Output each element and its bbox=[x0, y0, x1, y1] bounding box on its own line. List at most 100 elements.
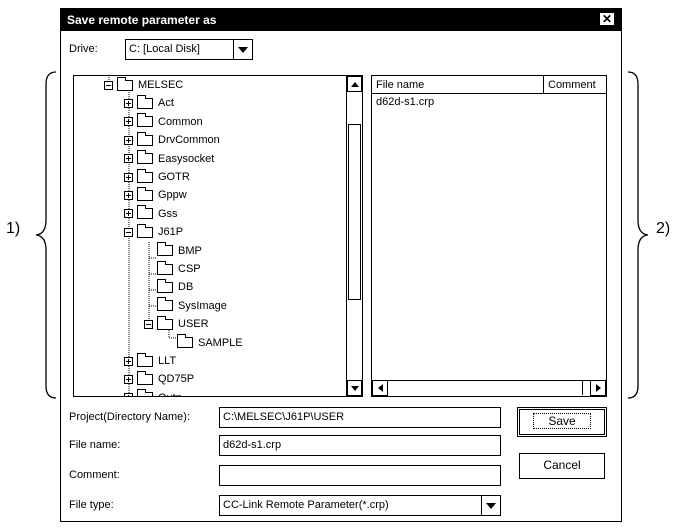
tree-item-label: Gss bbox=[158, 207, 178, 220]
tree-vertical-scrollbar[interactable] bbox=[346, 76, 362, 396]
callout-1: 1) bbox=[6, 220, 21, 237]
scroll-down-icon[interactable] bbox=[347, 380, 362, 396]
list-item[interactable]: d62d-s1.crp bbox=[376, 96, 434, 108]
callout-2: 2) bbox=[656, 220, 671, 237]
drive-value: C: [Local Disk] bbox=[129, 43, 200, 55]
list-scroll-track[interactable] bbox=[388, 381, 583, 395]
save-button-label: Save bbox=[533, 413, 591, 429]
tree-item-j61p[interactable]: J61P bbox=[124, 223, 184, 240]
filename-field[interactable]: d62d-s1.crp bbox=[219, 435, 501, 456]
collapse-icon[interactable] bbox=[104, 80, 113, 90]
folder-icon bbox=[137, 223, 153, 238]
expand-icon[interactable] bbox=[124, 98, 133, 108]
tree-item-label: USER bbox=[178, 318, 209, 331]
tree-item-melsec[interactable]: MELSEC bbox=[104, 76, 184, 93]
scroll-left-icon[interactable] bbox=[372, 380, 388, 396]
drive-label: Drive: bbox=[69, 43, 98, 55]
folder-tree[interactable]: MELSEC Act Common DrvCommon Easysocket GOTR Gp… bbox=[73, 75, 363, 397]
expand-icon[interactable] bbox=[124, 374, 133, 384]
tree-item-label: J61P bbox=[158, 226, 184, 239]
scroll-right-icon[interactable] bbox=[590, 380, 606, 396]
folder-icon bbox=[137, 370, 153, 385]
filetype-label: File type: bbox=[69, 499, 114, 511]
tree-item-label: DrvCommon bbox=[158, 134, 220, 147]
tree-item-gss[interactable]: Gss bbox=[124, 205, 178, 222]
folder-icon bbox=[137, 389, 153, 396]
cancel-button-label: Cancel bbox=[543, 458, 581, 472]
folder-icon bbox=[157, 278, 173, 293]
tree-item-label: SysImage bbox=[178, 299, 227, 312]
filetype-value: CC-Link Remote Parameter(*.crp) bbox=[223, 499, 389, 511]
expand-icon[interactable] bbox=[124, 356, 133, 366]
tree-item-label: Qutn bbox=[158, 392, 182, 396]
filename-label: File name: bbox=[69, 439, 121, 451]
file-name-cell: d62d-s1.crp bbox=[376, 96, 435, 108]
folder-icon bbox=[137, 352, 153, 367]
left-brace bbox=[35, 71, 57, 399]
expand-icon[interactable] bbox=[124, 190, 133, 200]
folder-icon bbox=[177, 334, 193, 349]
tree-item-act[interactable]: Act bbox=[124, 94, 174, 111]
window-title: Save remote parameter as bbox=[67, 13, 217, 27]
tree-item-bmp[interactable]: BMP bbox=[157, 242, 202, 259]
file-list[interactable]: File name Comment d62d-s1.crp bbox=[371, 75, 607, 397]
folder-icon bbox=[137, 131, 153, 146]
close-button[interactable]: ✕ bbox=[599, 12, 615, 26]
chevron-down-icon[interactable] bbox=[233, 40, 252, 59]
tree-item-llt[interactable]: LLT bbox=[124, 352, 177, 369]
tree-item-label: Act bbox=[158, 97, 174, 110]
tree-item-qd75p[interactable]: QD75P bbox=[124, 370, 195, 387]
tree-item-db[interactable]: DB bbox=[157, 278, 194, 295]
expand-icon[interactable] bbox=[124, 117, 133, 127]
save-button[interactable]: Save bbox=[517, 407, 607, 437]
expand-icon[interactable] bbox=[124, 172, 133, 182]
tree-item-drvcommon[interactable]: DrvCommon bbox=[124, 131, 220, 148]
folder-icon bbox=[137, 186, 153, 201]
expand-icon[interactable] bbox=[124, 393, 133, 396]
tree-item-label: GOTR bbox=[158, 171, 190, 183]
list-horizontal-scrollbar[interactable] bbox=[372, 380, 606, 396]
tree-item-csp[interactable]: CSP bbox=[157, 260, 201, 277]
column-header-comment[interactable]: Comment bbox=[544, 76, 606, 94]
folder-icon bbox=[157, 260, 173, 275]
filetype-select[interactable]: CC-Link Remote Parameter(*.crp) bbox=[219, 495, 501, 516]
tree-item-sysimage[interactable]: SysImage bbox=[157, 297, 227, 314]
tree-item-gotr[interactable]: GOTR bbox=[124, 168, 190, 185]
folder-icon bbox=[157, 297, 173, 312]
tree-item-label: SAMPLE bbox=[198, 336, 243, 349]
tree-item-label: LLT bbox=[158, 355, 177, 367]
collapse-icon[interactable] bbox=[124, 227, 133, 237]
cancel-button[interactable]: Cancel bbox=[519, 453, 605, 479]
tree-item-easysocket[interactable]: Easysocket bbox=[124, 150, 214, 167]
drive-select[interactable]: C: [Local Disk] bbox=[125, 39, 253, 60]
close-icon: ✕ bbox=[601, 12, 613, 26]
folder-icon bbox=[117, 76, 133, 91]
tree-item-label: Common bbox=[158, 115, 203, 128]
tree-item-label: BMP bbox=[178, 244, 202, 257]
project-field[interactable]: C:\MELSEC\J61P\USER bbox=[219, 407, 501, 428]
tree-item-sample[interactable]: SAMPLE bbox=[177, 334, 243, 351]
tree-item-label: QD75P bbox=[158, 373, 195, 386]
tree-item-qutn[interactable]: Qutn bbox=[124, 389, 182, 396]
expand-icon[interactable] bbox=[124, 135, 133, 145]
collapse-icon[interactable] bbox=[144, 319, 153, 329]
column-header-file-name[interactable]: File name bbox=[372, 76, 544, 94]
comment-label: Comment: bbox=[69, 469, 120, 481]
folder-icon bbox=[137, 94, 153, 109]
expand-icon[interactable] bbox=[124, 209, 133, 219]
tree-item-gppw[interactable]: Gppw bbox=[124, 186, 187, 203]
expand-icon[interactable] bbox=[124, 154, 133, 164]
project-label: Project(Directory Name): bbox=[69, 411, 191, 423]
comment-field[interactable] bbox=[219, 465, 501, 486]
folder-icon bbox=[137, 113, 153, 128]
tree-item-label: Gppw bbox=[158, 189, 187, 202]
tree-scroll-thumb[interactable] bbox=[348, 124, 361, 300]
tree-item-label: MELSEC bbox=[138, 79, 184, 91]
tree-item-common[interactable]: Common bbox=[124, 113, 203, 130]
folder-icon bbox=[137, 205, 153, 220]
folder-icon bbox=[137, 168, 153, 183]
tree-item-user[interactable]: USER bbox=[144, 315, 209, 332]
tree-item-label: DB bbox=[178, 281, 194, 294]
scroll-up-icon[interactable] bbox=[347, 76, 362, 92]
chevron-down-icon[interactable] bbox=[481, 496, 500, 515]
